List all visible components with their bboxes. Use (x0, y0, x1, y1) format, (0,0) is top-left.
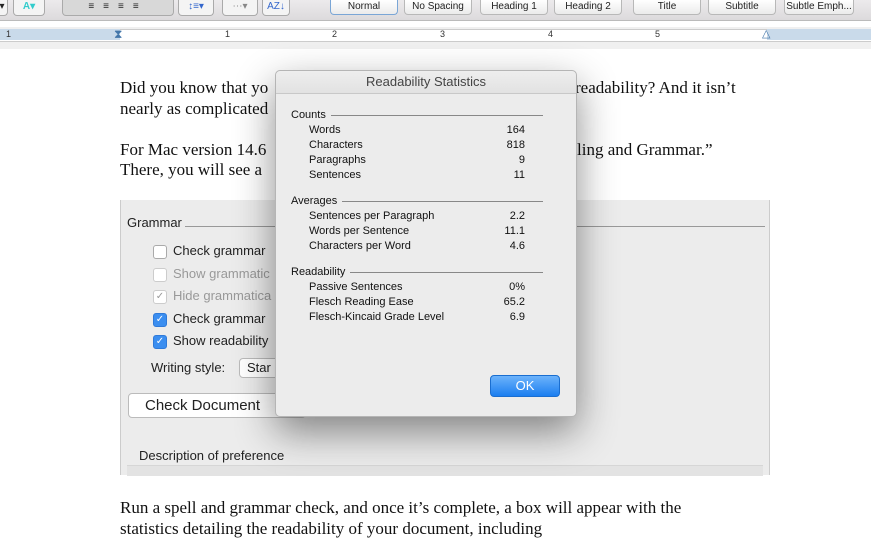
checkbox[interactable]: ✓ (153, 312, 167, 327)
stat-label: Sentences (309, 169, 361, 181)
style-no-spacing[interactable]: No Spacing (404, 0, 472, 15)
doc-text: statistics detailing the readability of … (120, 519, 543, 538)
stat-row: Paragraphs 9 (309, 154, 525, 166)
style-subtitle[interactable]: Subtitle (708, 0, 776, 15)
doc-text: nearly as complicated (120, 99, 269, 118)
ruler[interactable]: ⧗ △ 1 1 2 3 4 5 (0, 27, 871, 49)
align-right-icon[interactable]: ≡ (118, 1, 133, 12)
stat-row: Sentences per Paragraph 2.2 (309, 210, 525, 222)
doc-text: Did you know that yo (120, 78, 269, 97)
doc-text: There, you will see a (120, 160, 263, 179)
style-heading-2[interactable]: Heading 2 (554, 0, 622, 15)
stat-row: Characters per Word 4.6 (309, 240, 525, 252)
stat-row: Characters 818 (309, 139, 525, 151)
style-heading-1[interactable]: Heading 1 (480, 0, 548, 15)
description-box (127, 465, 763, 476)
stat-label: Words per Sentence (309, 225, 410, 237)
justify-icon[interactable]: ≡ (133, 1, 148, 12)
checkbox-label: Check grammar (173, 243, 266, 258)
stat-value: 6.9 (509, 311, 525, 323)
checkbox-label: Hide grammatica (173, 288, 272, 303)
align-center-icon[interactable]: ≡ (103, 1, 118, 12)
ruler-label: 1 (225, 29, 231, 39)
line-spacing-icon[interactable]: ↕≡▾ (178, 0, 214, 16)
checkbox[interactable]: ✓ (153, 335, 167, 349)
ok-button[interactable]: OK (490, 375, 560, 397)
right-indent-marker[interactable]: △ (762, 27, 770, 40)
stat-row: Sentences 11 (309, 169, 525, 181)
stat-row: Flesch Reading Ease 65.2 (309, 296, 525, 308)
checkbox[interactable]: ✓ (153, 290, 167, 304)
stat-label: Flesch Reading Ease (309, 296, 414, 308)
ruler-label: 2 (332, 29, 338, 39)
readability-statistics-dialog: Readability Statistics Counts Words 164 Cha… (275, 70, 577, 417)
doc-text: For Mac version 14.6 (120, 140, 267, 159)
style-subtle-emph-[interactable]: Subtle Emph... (784, 0, 854, 15)
stat-value: 11 (513, 169, 525, 181)
align-left-icon[interactable]: ≡ (88, 1, 103, 12)
sort-icon[interactable]: AZ↓ (262, 0, 290, 16)
stat-label: Passive Sentences (309, 281, 403, 293)
doc-text: Run a spell and grammar check, and once … (120, 498, 682, 517)
writing-style-label: Writing style: (151, 360, 226, 375)
dialog-title: Readability Statistics (276, 71, 576, 94)
stat-label: Paragraphs (309, 154, 366, 166)
ruler-label: 4 (548, 29, 554, 39)
stat-value: 818 (506, 139, 525, 151)
stat-value: 164 (506, 124, 525, 136)
stat-label: Sentences per Paragraph (309, 210, 435, 222)
toolbar: ▾ A▾ ≡≡≡≡ ↕≡▾ ⋯▾ AZ↓ Normal No Spacing Hea… (0, 0, 871, 21)
doc-text: readability? And it isn’t (575, 78, 736, 97)
borders-icon[interactable]: ⋯▾ (222, 0, 258, 16)
stat-row: Words per Sentence 11.1 (309, 225, 525, 237)
description-label: Description of preference (139, 448, 285, 463)
stat-row: Words 164 (309, 124, 525, 136)
stat-row: Passive Sentences 0% (309, 281, 525, 293)
stat-value: 9 (518, 154, 525, 166)
stat-label: Flesch-Kincaid Grade Level (309, 311, 445, 323)
readability-section-heading: Readability (291, 266, 543, 278)
stat-label: Characters per Word (309, 240, 411, 252)
text-effects-icon[interactable]: A▾ (13, 0, 45, 16)
stat-value: 65.2 (503, 296, 525, 308)
indent-marker[interactable]: ⧗ (114, 27, 122, 42)
ruler-label: 5 (655, 29, 661, 39)
checkbox[interactable] (153, 267, 167, 282)
stat-value: 2.2 (509, 210, 525, 222)
style-title[interactable]: Title (633, 0, 701, 15)
stat-value: 4.6 (509, 240, 525, 252)
stat-label: Characters (309, 139, 363, 151)
stat-value: 0% (509, 281, 525, 293)
checkbox[interactable] (153, 245, 167, 259)
checkbox-label: Show grammatic (173, 265, 270, 281)
dropdown-button[interactable]: ▾ (0, 0, 8, 16)
stat-label: Words (309, 124, 341, 136)
counts-section-heading: Counts (291, 109, 543, 121)
checkbox-label: Show readability (173, 333, 269, 348)
alignment-buttons[interactable]: ≡≡≡≡ (62, 0, 174, 16)
stat-row: Flesch-Kincaid Grade Level 6.9 (309, 311, 525, 323)
checkbox-label: Check grammar (173, 310, 266, 326)
stat-value: 11.1 (504, 225, 525, 237)
ruler-label: 3 (440, 29, 446, 39)
ruler-label: 1 (6, 29, 12, 39)
doc-text: ling and Grammar.” (577, 140, 713, 159)
averages-section-heading: Averages (291, 195, 543, 207)
style-normal[interactable]: Normal (330, 0, 398, 15)
